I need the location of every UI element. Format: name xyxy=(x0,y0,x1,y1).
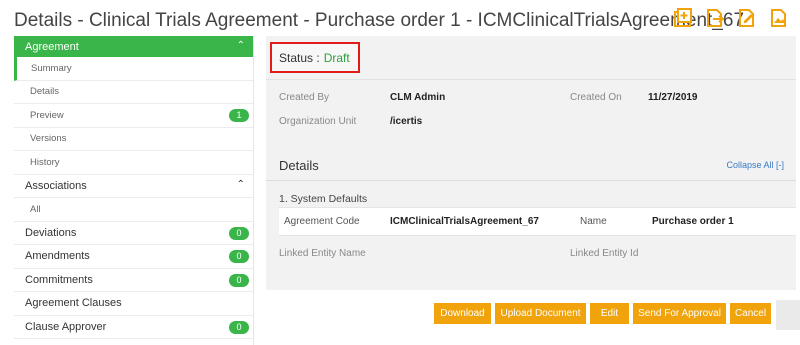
image-document-icon[interactable] xyxy=(768,7,790,29)
chevron-up-icon[interactable]: ⌃ xyxy=(237,40,245,51)
sidebar-item-clause-approver[interactable]: Clause Approver 0 xyxy=(14,316,253,339)
divider xyxy=(266,180,796,181)
count-badge: 1 xyxy=(229,109,249,122)
sidebar-item-label: Agreement Clauses xyxy=(25,297,122,310)
agreement-code-label: Agreement Code xyxy=(284,216,360,227)
linked-entity-name-label: Linked Entity Name xyxy=(279,248,366,259)
page-header: Details - Clinical Trials Agreement - Pu… xyxy=(0,0,800,36)
send-for-approval-button[interactable]: Send For Approval xyxy=(633,303,726,324)
edit-document-icon[interactable] xyxy=(736,7,758,29)
sidebar-header-label: Agreement xyxy=(25,40,79,53)
sidebar-item-summary[interactable]: Summary xyxy=(14,57,253,81)
chevron-up-icon[interactable]: ⌃ xyxy=(237,179,245,190)
sidebar-item-label: Preview xyxy=(30,109,64,121)
details-section-title: Details xyxy=(279,158,319,173)
count-badge: 0 xyxy=(229,320,249,334)
sidebar-item-history[interactable]: History xyxy=(14,151,253,175)
sidebar: Agreement ⌃ Summary Details Preview 1 Ve… xyxy=(14,36,254,345)
count-badge: 0 xyxy=(229,226,249,240)
sidebar-item-commitments[interactable]: Commitments 0 xyxy=(14,269,253,292)
created-by-value: CLM Admin xyxy=(390,92,446,103)
sidebar-header-label: Associations xyxy=(25,179,87,192)
upload-document-button[interactable]: Upload Document xyxy=(495,303,586,324)
sidebar-agreement-header[interactable]: Agreement ⌃ xyxy=(14,36,253,57)
org-unit-value: /icertis xyxy=(390,116,423,127)
collapse-all-link[interactable]: Collapse All [-] xyxy=(726,160,784,170)
details-panel: Status : Draft Created By CLM Admin Crea… xyxy=(266,36,796,290)
created-by-label: Created By xyxy=(279,92,330,103)
edit-button[interactable]: Edit xyxy=(590,303,629,324)
count-badge: 0 xyxy=(229,250,249,263)
sidebar-item-label: Commitments xyxy=(25,273,93,286)
created-on-value: 11/27/2019 xyxy=(648,92,698,103)
sidebar-item-label: Deviations xyxy=(25,226,77,239)
sidebar-item-label: All xyxy=(30,203,41,215)
status-indicator: Status : Draft xyxy=(270,42,360,73)
org-unit-label: Organization Unit xyxy=(279,116,357,127)
download-button[interactable]: Download xyxy=(434,303,491,324)
sidebar-item-label: Details xyxy=(30,86,60,98)
export-document-icon[interactable] xyxy=(704,7,726,29)
sidebar-associations-header[interactable]: Associations ⌃ xyxy=(14,175,253,198)
sidebar-item-preview[interactable]: Preview 1 xyxy=(14,104,253,128)
action-bar-overflow xyxy=(776,300,800,330)
sidebar-item-label: Summary xyxy=(31,62,72,74)
sidebar-item-label: Clause Approver xyxy=(25,320,107,333)
name-label: Name xyxy=(580,216,607,227)
action-bar: Download Upload Document Edit Send For A… xyxy=(434,303,771,324)
page-title: Details - Clinical Trials Agreement - Pu… xyxy=(14,10,745,31)
agreement-code-value: ICMClinicalTrialsAgreement_67 xyxy=(390,216,539,227)
divider xyxy=(266,79,796,80)
sidebar-item-agreement-clauses[interactable]: Agreement Clauses xyxy=(14,292,253,316)
sidebar-item-versions[interactable]: Versions xyxy=(14,128,253,151)
system-defaults-row: Agreement Code ICMClinicalTrialsAgreemen… xyxy=(279,207,796,236)
status-value: Draft xyxy=(323,50,350,65)
sidebar-item-details[interactable]: Details xyxy=(14,81,253,104)
status-label: Status : xyxy=(279,50,320,65)
add-document-icon[interactable] xyxy=(672,7,694,29)
sidebar-item-label: Amendments xyxy=(25,250,90,263)
sidebar-item-amendments[interactable]: Amendments 0 xyxy=(14,245,253,269)
header-toolbar xyxy=(672,7,790,29)
sidebar-item-label: History xyxy=(30,156,60,168)
sidebar-item-deviations[interactable]: Deviations 0 xyxy=(14,222,253,245)
cancel-button[interactable]: Cancel xyxy=(730,303,771,324)
linked-entity-id-label: Linked Entity Id xyxy=(570,248,639,259)
created-on-label: Created On xyxy=(570,92,622,103)
name-value: Purchase order 1 xyxy=(652,216,734,227)
system-defaults-title: 1. System Defaults xyxy=(279,193,368,205)
sidebar-item-label: Versions xyxy=(30,133,67,145)
sidebar-item-all[interactable]: All xyxy=(14,198,253,222)
count-badge: 0 xyxy=(229,273,249,287)
